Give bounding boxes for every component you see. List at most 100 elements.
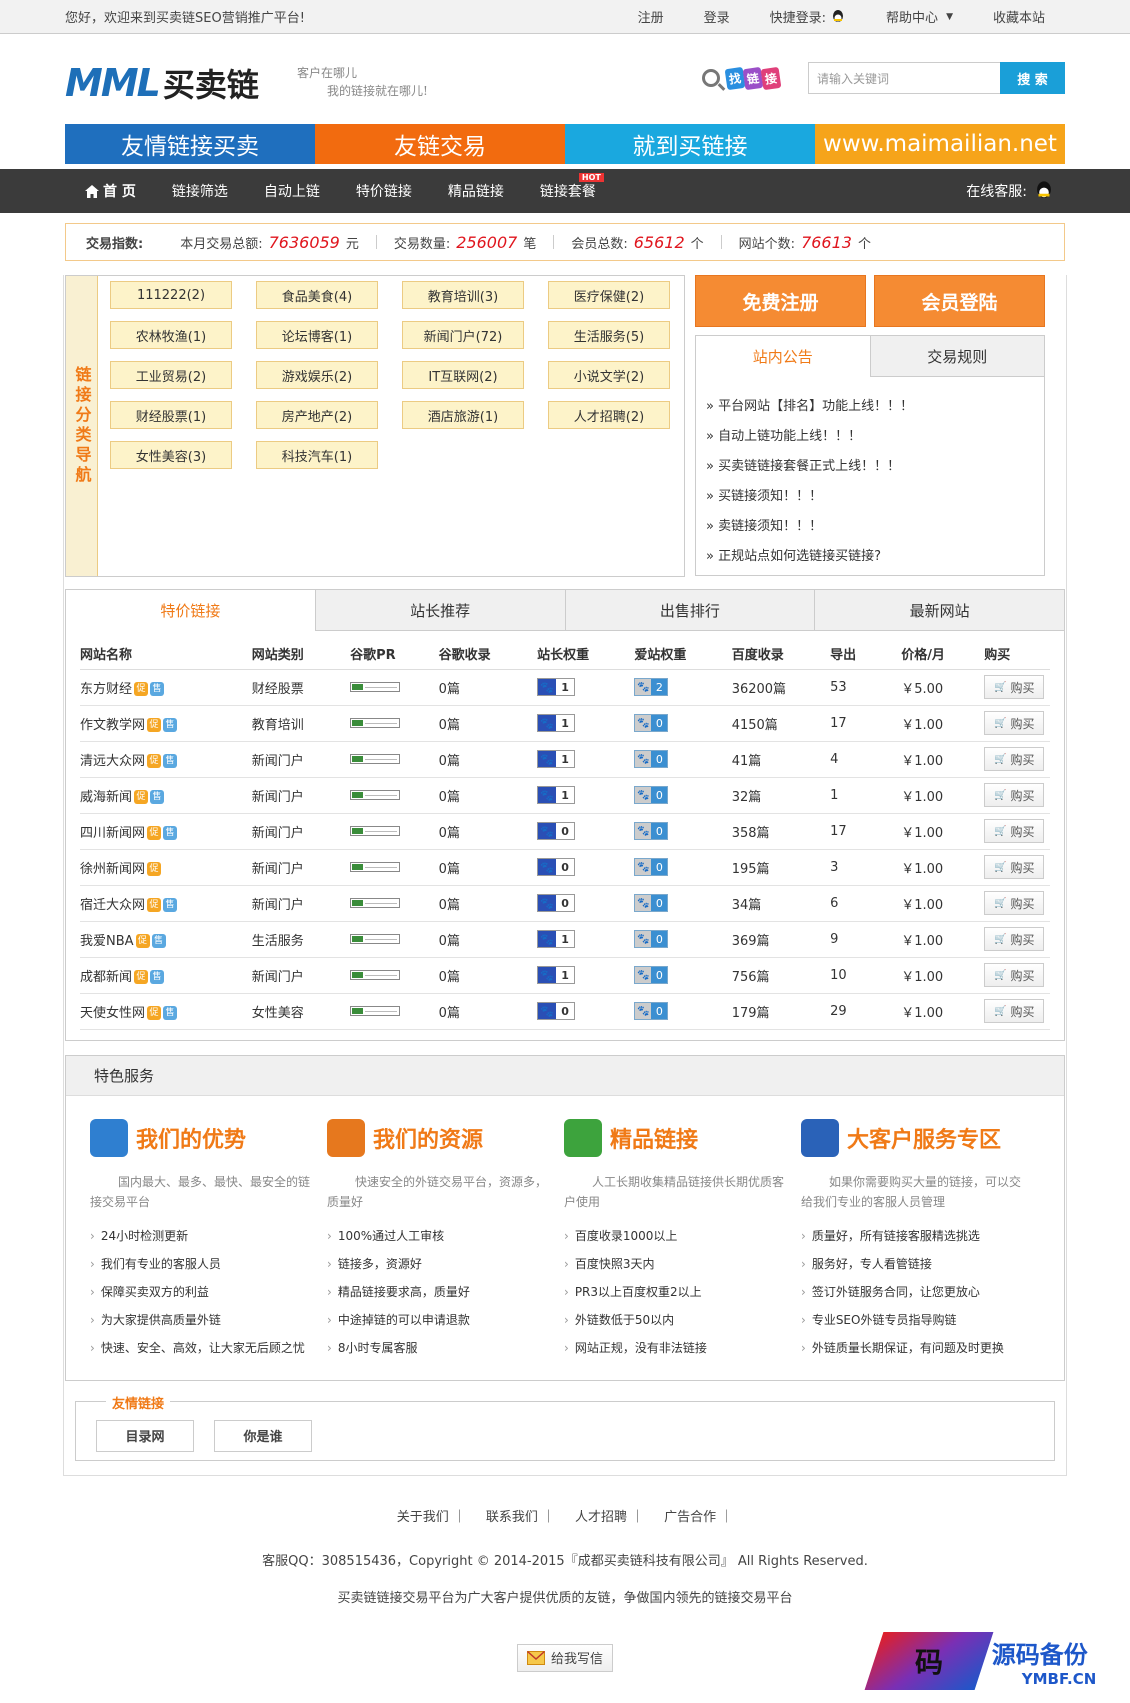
buy-button[interactable]: 🛒 购买	[984, 711, 1045, 735]
site-name[interactable]: 我爱NBA	[80, 934, 134, 949]
nav-link-packages[interactable]: 链接套餐 HOT	[522, 173, 614, 201]
pr-bar-icon	[350, 970, 401, 980]
buy-cell: 🛒 购买	[984, 993, 1050, 1030]
cart-icon: 🛒	[994, 825, 1007, 837]
qq-icon[interactable]	[830, 9, 846, 25]
google-pr	[350, 921, 439, 958]
tab-newest-sites[interactable]: 最新网站	[814, 590, 1064, 631]
notice-item[interactable]: » 自动上链功能上线！！！	[706, 419, 1034, 449]
category-chip[interactable]: 论坛博客(1)	[256, 321, 378, 349]
tab-sales-rank[interactable]: 出售排行	[564, 590, 815, 631]
category-chip[interactable]: 生活服务(5)	[548, 321, 670, 349]
site-name[interactable]: 四川新闻网	[80, 826, 145, 841]
category-chip[interactable]: 房产地产(2)	[256, 401, 378, 429]
site-name[interactable]: 清远大众网	[80, 754, 145, 769]
baidu-weight-value: 1	[556, 679, 575, 695]
pr-bar-icon	[350, 790, 401, 800]
buy-cell: 🛒 购买	[984, 885, 1050, 922]
notice-item[interactable]: » 买链接须知！！！	[706, 479, 1034, 509]
buy-button[interactable]: 🛒 购买	[984, 891, 1045, 915]
footer-link-about[interactable]: 关于我们 ｜	[387, 1506, 476, 1525]
category-chip[interactable]: 医疗保健(2)	[548, 281, 670, 309]
buy-button[interactable]: 🛒 购买	[984, 999, 1045, 1023]
search-input[interactable]: 请输入关键词	[808, 62, 1000, 94]
price: ￥1.00	[901, 921, 985, 958]
nav-premium-links[interactable]: 精品链接	[430, 181, 522, 201]
tab-recommended[interactable]: 站长推荐	[314, 590, 565, 631]
tab-announcements[interactable]: 站内公告	[696, 336, 870, 377]
aizhan-badge: 🐾 0	[634, 786, 669, 804]
site-name[interactable]: 威海新闻	[80, 790, 132, 805]
bookmark-link[interactable]: 收藏本站	[973, 7, 1065, 26]
aizhan-weight: 🐾 0	[634, 885, 732, 922]
category-chip[interactable]: 酒店旅游(1)	[402, 401, 524, 429]
nav-link-filter[interactable]: 链接筛选	[154, 181, 246, 201]
site-name[interactable]: 宿迁大众网	[80, 898, 145, 913]
site-name[interactable]: 东方财经	[80, 682, 132, 697]
site-name-cell: 徐州新闻网促	[80, 849, 252, 886]
write-to-us-button[interactable]: 给我写信	[517, 1643, 613, 1672]
buy-button[interactable]: 🛒 购买	[984, 963, 1045, 987]
category-chip[interactable]: 财经股票(1)	[110, 401, 232, 429]
paw-icon: 🐾	[538, 859, 557, 875]
register-button[interactable]: 免费注册	[695, 275, 866, 327]
search-button[interactable]: 搜 索	[1000, 62, 1065, 94]
column-header: 购买	[984, 639, 1050, 670]
category-chip[interactable]: 工业贸易(2)	[110, 361, 232, 389]
site-name[interactable]: 作文教学网	[80, 718, 145, 733]
notice-item[interactable]: » 卖链接须知！！！	[706, 509, 1034, 539]
category-chip[interactable]: 新闻门户(72)	[402, 321, 524, 349]
price: ￥1.00	[901, 957, 985, 994]
site-name[interactable]: 徐州新闻网	[80, 862, 145, 877]
category-chip[interactable]: 小说文学(2)	[548, 361, 670, 389]
category-chip[interactable]: IT互联网(2)	[402, 361, 524, 389]
register-link[interactable]: 注册	[618, 7, 684, 26]
site-name[interactable]: 天使女性网	[80, 1006, 145, 1021]
buy-button[interactable]: 🛒 购买	[984, 927, 1045, 951]
table-row: 四川新闻网促售新闻门户 0篇 🐾 0 🐾 0 358篇 17 ￥1.00 🛒 购买	[80, 813, 1050, 850]
category-chip[interactable]: 111222(2)	[110, 281, 232, 309]
notice-item[interactable]: » 正规站点如何选链接买链接?	[706, 539, 1034, 569]
service-title: 大客户服务专区	[847, 1127, 1002, 1153]
category-chip[interactable]: 教育培训(3)	[402, 281, 524, 309]
site-name-cell: 威海新闻促售	[80, 777, 252, 814]
site-name[interactable]: 成都新闻	[80, 970, 132, 985]
tab-special-links[interactable]: 特价链接	[66, 590, 315, 631]
service-item: 保障买卖双方的利益	[90, 1278, 327, 1306]
notice-item[interactable]: » 买卖链链接套餐正式上线！！！	[706, 449, 1034, 479]
footer-link-jobs[interactable]: 人才招聘 ｜	[565, 1506, 654, 1525]
quick-login[interactable]: 快捷登录:	[750, 7, 866, 26]
buy-button[interactable]: 🛒 购买	[984, 783, 1045, 807]
site-logo[interactable]: MML 买卖链	[65, 60, 259, 106]
footer-link-ads[interactable]: 广告合作 ｜	[654, 1506, 743, 1525]
category-chip[interactable]: 女性美容(3)	[110, 441, 232, 469]
footer-link-contact[interactable]: 联系我们 ｜	[476, 1506, 565, 1525]
notice-item[interactable]: » 平台网站【排名】功能上线！！！	[706, 389, 1034, 419]
category-chip[interactable]: 食品美食(4)	[256, 281, 378, 309]
site-category: 新闻门户	[251, 777, 351, 814]
aizhan-weight: 🐾 0	[634, 741, 732, 778]
google-index: 0篇	[438, 813, 538, 850]
buy-cell: 🛒 购买	[984, 957, 1050, 994]
member-login-button[interactable]: 会员登陆	[874, 275, 1045, 327]
friend-link-1[interactable]: 目录网	[96, 1419, 194, 1452]
buy-button[interactable]: 🛒 购买	[984, 855, 1045, 879]
tab-trade-rules[interactable]: 交易规则	[869, 336, 1044, 377]
category-chip[interactable]: 科技汽车(1)	[256, 441, 378, 469]
nav-home[interactable]: 首 页	[65, 181, 154, 201]
friend-link-2[interactable]: 你是谁	[214, 1419, 312, 1452]
buy-button[interactable]: 🛒 购买	[984, 819, 1045, 843]
category-chip[interactable]: 游戏娱乐(2)	[256, 361, 378, 389]
site-category: 新闻门户	[251, 741, 351, 778]
buy-button[interactable]: 🛒 购买	[984, 675, 1045, 699]
sale-badge: 售	[150, 682, 165, 696]
site-name-cell: 作文教学网促售	[80, 705, 252, 742]
nav-auto-link[interactable]: 自动上链	[246, 181, 338, 201]
login-link[interactable]: 登录	[684, 7, 750, 26]
category-chip[interactable]: 农林牧渔(1)	[110, 321, 232, 349]
online-service[interactable]: 在线客服:	[966, 180, 1065, 202]
nav-special-links[interactable]: 特价链接	[338, 181, 430, 201]
help-center-menu[interactable]: 帮助中心 ▼	[866, 7, 973, 26]
category-chip[interactable]: 人才招聘(2)	[548, 401, 670, 429]
buy-button[interactable]: 🛒 购买	[984, 747, 1045, 771]
